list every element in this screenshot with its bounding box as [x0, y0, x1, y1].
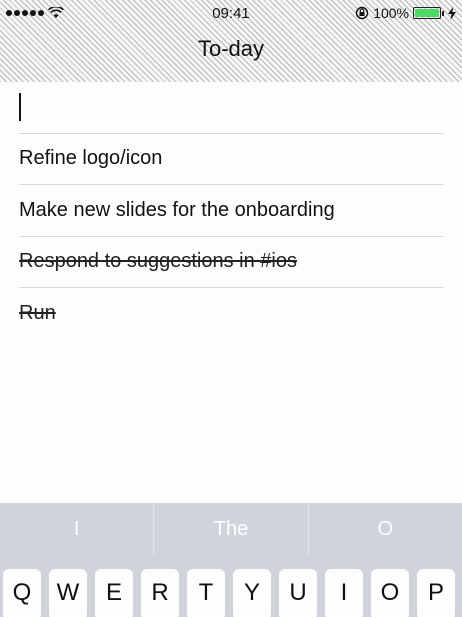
list-item-label: Refine logo/icon — [19, 147, 163, 170]
list-item-label: Make new slides for the onboarding — [19, 198, 335, 221]
battery-icon — [413, 7, 441, 19]
status-time: 09:41 — [212, 5, 250, 22]
text-cursor — [19, 93, 21, 122]
list-item-completed[interactable]: Run — [19, 288, 444, 340]
list-item[interactable]: Refine logo/icon — [19, 134, 444, 185]
keyboard: Q W E R T Y U I O P — [0, 555, 462, 617]
key-r[interactable]: R — [141, 569, 179, 617]
list-item-label: Respond to suggestions in #ios — [19, 250, 297, 273]
list-item[interactable]: Make new slides for the onboarding — [19, 185, 444, 237]
navigation-header: 09:41 100% To-day — [0, 0, 462, 82]
key-q[interactable]: Q — [3, 569, 41, 617]
todo-list: Refine logo/icon Make new slides for the… — [19, 82, 444, 340]
key-u[interactable]: U — [279, 569, 317, 617]
page-title: To-day — [197, 36, 265, 61]
predictive-text-bar: I The O — [0, 503, 462, 555]
list-item-label: Run — [19, 302, 56, 325]
key-y[interactable]: Y — [233, 569, 271, 617]
key-o[interactable]: O — [371, 569, 409, 617]
key-i[interactable]: I — [325, 569, 363, 617]
key-p[interactable]: P — [417, 569, 455, 617]
suggestion-3[interactable]: O — [309, 503, 462, 555]
suggestion-1[interactable]: I — [0, 503, 155, 555]
status-bar: 09:41 100% — [0, 0, 462, 26]
list-item-completed[interactable]: Respond to suggestions in #ios — [19, 237, 444, 288]
battery-fill — [415, 9, 439, 17]
new-todo-input[interactable] — [19, 82, 444, 134]
key-t[interactable]: T — [187, 569, 225, 617]
key-w[interactable]: W — [49, 569, 87, 617]
key-e[interactable]: E — [95, 569, 133, 617]
suggestion-2[interactable]: The — [154, 503, 309, 555]
